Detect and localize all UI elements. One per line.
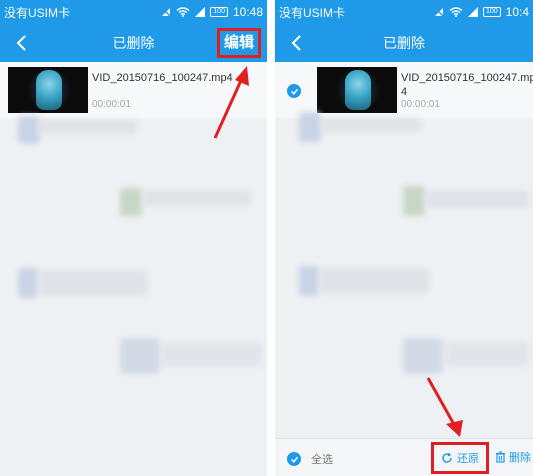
video-thumbnail [8, 67, 88, 113]
blurred-text [142, 190, 252, 206]
no-signal-icon [434, 7, 444, 17]
clock-text: 10:4 [505, 5, 529, 19]
signal-icon [195, 7, 206, 17]
restore-icon [442, 452, 452, 463]
delete-label: 删除 [509, 452, 531, 464]
battery-icon: 100 [210, 7, 228, 17]
video-filename: VID_20150716_100247.mp 4 [401, 72, 533, 98]
select-all-button[interactable]: 全选 [287, 451, 333, 467]
wifi-icon [449, 7, 463, 17]
blurred-text [445, 342, 529, 366]
restore-button[interactable]: 还原 [431, 442, 489, 474]
deleted-video-item[interactable]: VID_20150716_100247.mp 4 00:00:01 [275, 62, 533, 118]
phone-screen-edit-mode: 没有USIM卡 100 10:4 已删除 VID_20150716_100247… [275, 0, 533, 476]
blurred-avatar [299, 266, 319, 296]
back-chevron-icon[interactable] [8, 30, 34, 56]
item-checkbox[interactable] [287, 84, 301, 98]
blurred-avatar [403, 186, 425, 216]
back-chevron-icon[interactable] [283, 30, 309, 56]
title-bar: 已删除 [275, 24, 533, 62]
restore-label: 还原 [457, 453, 479, 465]
page-title: 已删除 [383, 35, 425, 51]
blurred-avatar [18, 116, 40, 144]
blurred-avatar [120, 338, 160, 374]
wifi-icon [176, 7, 190, 17]
blurred-avatar [18, 268, 38, 298]
phone-screen-before-edit: 没有USIM卡 100 10:48 已删除 编辑 VID_20150716_10… [0, 0, 267, 476]
title-bar: 已删除 编辑 [0, 24, 267, 62]
video-thumbnail [317, 67, 397, 113]
status-bar: 没有USIM卡 100 10:48 [0, 0, 267, 24]
deleted-video-item[interactable]: VID_20150716_100247.mp4 00:00:01 [0, 62, 267, 118]
carrier-text: 没有USIM卡 [279, 5, 346, 20]
blurred-text [425, 190, 529, 208]
clock-text: 10:48 [232, 5, 263, 19]
blurred-avatar [120, 188, 142, 216]
status-bar: 没有USIM卡 100 10:4 [275, 0, 533, 24]
no-signal-icon [161, 7, 171, 17]
carrier-text: 没有USIM卡 [4, 5, 71, 20]
blurred-avatar [403, 338, 443, 374]
video-filename: VID_20150716_100247.mp4 [92, 72, 233, 84]
status-icons: 100 10:48 [161, 5, 263, 19]
blurred-avatar [299, 112, 321, 142]
blurred-text [38, 270, 148, 296]
trash-icon [496, 451, 505, 463]
screenshot-comparison: 没有USIM卡 100 10:48 已删除 编辑 VID_20150716_10… [0, 0, 533, 476]
select-all-check-icon [287, 452, 301, 466]
page-title: 已删除 [112, 35, 155, 51]
bottom-action-bar: 全选 还原 删除 [275, 438, 533, 476]
signal-icon [467, 7, 478, 17]
battery-icon: 100 [482, 7, 501, 17]
delete-button[interactable]: 删除 [495, 449, 531, 465]
blurred-text [319, 268, 429, 294]
checkmark-icon [290, 88, 298, 95]
select-all-label: 全选 [311, 454, 333, 466]
blurred-text [38, 120, 138, 134]
blurred-text [321, 118, 421, 132]
blurred-text [162, 342, 262, 366]
edit-button[interactable]: 编辑 [216, 28, 261, 58]
video-duration: 00:00:01 [92, 99, 131, 110]
video-duration: 00:00:01 [401, 99, 440, 110]
divider [267, 0, 275, 476]
status-icons: 100 10:4 [434, 5, 529, 19]
